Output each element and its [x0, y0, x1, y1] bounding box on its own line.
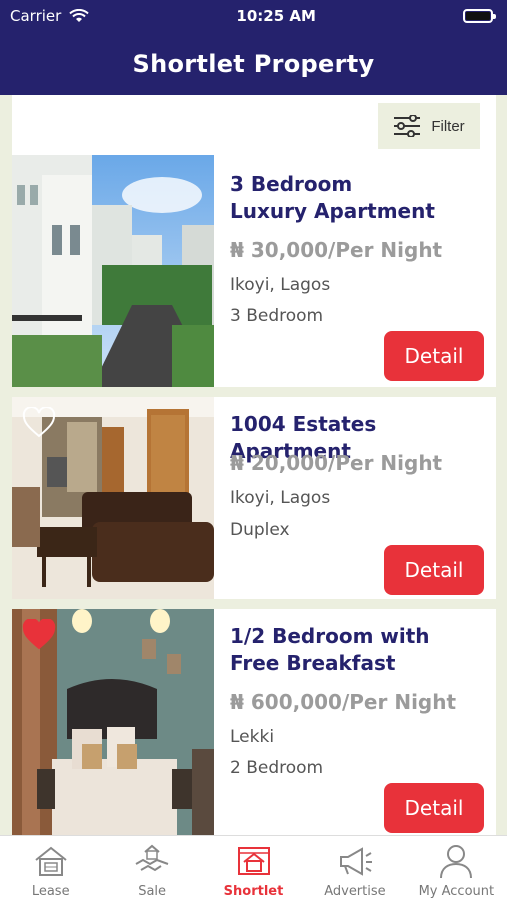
page-title: Shortlet Property: [132, 49, 375, 78]
listing-title: 3 Bedroom Luxury Apartment: [230, 172, 435, 223]
wifi-icon: [69, 9, 90, 22]
filter-button[interactable]: Filter: [378, 103, 480, 149]
divider: [12, 599, 496, 609]
listing-location: Lekki: [230, 727, 275, 747]
status-bar: Carrier 10:25 AM: [0, 0, 507, 32]
listing-card[interactable]: 3 Bedroom Luxury Apartment ₦ 30,000/Per …: [12, 155, 496, 387]
filter-label: Filter: [431, 117, 465, 135]
listing-info: 3 Bedroom Luxury Apartment ₦ 30,000/Per …: [214, 155, 496, 387]
tab-label: My Account: [418, 884, 495, 899]
listing-type: Duplex: [230, 520, 290, 540]
tab-my-account[interactable]: My Account: [406, 836, 507, 900]
listing-type: 2 Bedroom: [230, 758, 324, 778]
apartment-exterior-image: [12, 155, 214, 387]
listing-card[interactable]: 1004 Estates Apartment ₦ 20,000/Per Nigh…: [12, 397, 496, 599]
listing-photo[interactable]: [12, 397, 214, 599]
listing-card[interactable]: 1/2 Bedroom with Free Breakfast ₦ 600,00…: [12, 609, 496, 835]
tab-label: Shortlet: [223, 884, 284, 899]
bottom-tab-bar: Lease Sale Shortlet Advertise My Account: [0, 835, 507, 900]
battery-icon: [462, 9, 496, 23]
listing-price: ₦ 20,000/Per Night: [230, 451, 443, 475]
detail-button[interactable]: Detail: [384, 331, 484, 381]
page-header: Shortlet Property: [0, 32, 507, 95]
tab-advertise[interactable]: Advertise: [304, 836, 405, 900]
listing-location: Ikoyi, Lagos: [230, 275, 331, 295]
tab-label: Advertise: [324, 884, 386, 899]
listing-type: 3 Bedroom: [230, 306, 324, 326]
divider: [12, 387, 496, 397]
favorite-heart-icon[interactable]: [22, 619, 56, 651]
listing-price: ₦ 600,000/Per Night: [230, 690, 457, 714]
megaphone-icon: [339, 847, 372, 876]
listing-title: 1/2 Bedroom with Free Breakfast: [230, 624, 430, 675]
detail-button[interactable]: Detail: [384, 545, 484, 595]
tab-sale[interactable]: Sale: [101, 836, 202, 900]
listing-price: ₦ 30,000/Per Night: [230, 238, 443, 262]
sale-handshake-icon: [135, 844, 169, 872]
detail-button[interactable]: Detail: [384, 783, 484, 833]
tab-shortlet[interactable]: Shortlet: [203, 836, 304, 900]
listing-scroll-area[interactable]: Filter 3 Bedroom Luxury Apartment ₦ 30,0…: [0, 95, 507, 835]
shortlet-house-icon: [237, 847, 270, 875]
listing-info: 1/2 Bedroom with Free Breakfast ₦ 600,00…: [214, 609, 496, 835]
listing-photo[interactable]: [12, 609, 214, 835]
carrier-label: Carrier: [10, 7, 62, 25]
listing-location: Ikoyi, Lagos: [230, 488, 331, 508]
tab-label: Lease: [31, 884, 70, 899]
tab-lease[interactable]: Lease: [0, 836, 101, 900]
sliders-icon: [394, 115, 421, 137]
status-time: 10:25 AM: [236, 7, 316, 25]
status-left: Carrier: [10, 7, 90, 25]
user-icon: [440, 845, 473, 879]
listing-photo[interactable]: [12, 155, 214, 387]
lease-house-icon: [35, 846, 67, 876]
favorite-heart-icon[interactable]: [22, 407, 56, 439]
tab-label: Sale: [138, 884, 167, 899]
listing-info: 1004 Estates Apartment ₦ 20,000/Per Nigh…: [214, 397, 496, 599]
listing-panel: Filter 3 Bedroom Luxury Apartment ₦ 30,0…: [12, 95, 496, 835]
